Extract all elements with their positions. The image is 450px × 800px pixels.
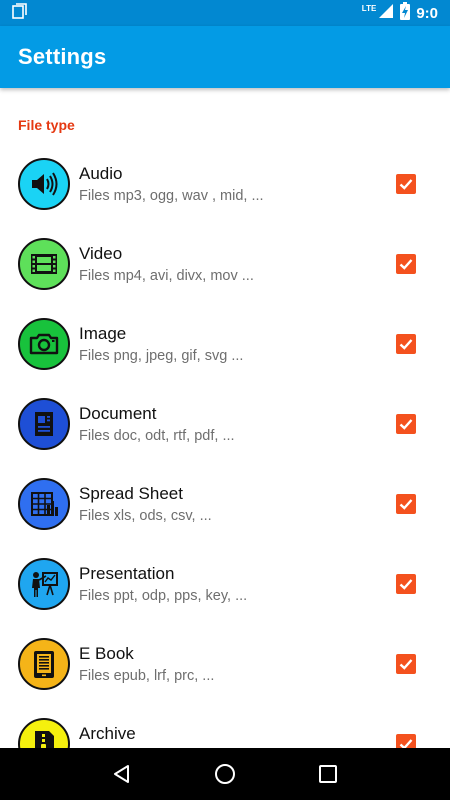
status-left [12,2,28,24]
battery-charging-icon [400,2,411,24]
navigation-bar [0,748,450,800]
file-type-row-video[interactable]: Video Files mp4, avi, divx, mov ... [0,224,450,304]
spreadsheet-icon [18,478,70,530]
checkmark-icon [399,499,413,510]
page-title: Settings [18,44,107,69]
presenter-icon [18,558,70,610]
image-checkbox[interactable] [396,334,416,354]
archive-icon [18,718,70,748]
file-type-subtitle: Files mp4, avi, divx, mov ... [79,268,254,284]
file-type-list: Audio Files mp3, ogg, wav , mid, ... Vid… [0,144,450,748]
file-type-title: Document [79,404,157,423]
file-type-row-image[interactable]: Image Files png, jpeg, gif, svg ... [0,304,450,384]
file-type-row-presentation[interactable]: Presentation Files ppt, odp, pps, key, .… [0,544,450,624]
clock: 9:0 [416,4,438,22]
file-type-row-ebook[interactable]: E Book Files epub, lrf, prc, ... [0,624,450,704]
document-checkbox[interactable] [396,414,416,434]
ebook-checkbox[interactable] [396,654,416,674]
checkmark-icon [399,419,413,430]
status-right: LTE 9:0 [362,2,438,24]
file-type-title: Archive [79,724,136,743]
file-type-row-spreadsheet[interactable]: Spread Sheet Files xls, ods, csv, ... [0,464,450,544]
file-type-row-document[interactable]: Document Files doc, odt, rtf, pdf, ... [0,384,450,464]
camera-icon [18,318,70,370]
checkmark-icon [399,339,413,350]
file-type-subtitle: Files doc, odt, rtf, pdf, ... [79,428,235,444]
home-icon[interactable] [210,759,240,789]
archive-checkbox[interactable] [396,734,416,748]
speaker-icon [18,158,70,210]
checkmark-icon [399,739,413,748]
file-type-title: E Book [79,644,134,663]
status-bar: LTE 9:0 [0,0,450,26]
back-icon[interactable] [107,759,137,789]
file-type-title: Audio [79,164,123,183]
copy-notification-icon [12,2,28,24]
file-type-subtitle: Files ppt, odp, pps, key, ... [79,588,248,604]
file-type-title: Image [79,324,127,343]
recent-apps-icon[interactable] [313,759,343,789]
film-icon [18,238,70,290]
file-type-row-archive[interactable]: Archive [0,704,450,748]
file-type-subtitle: Files png, jpeg, gif, svg ... [79,348,244,364]
network-type: LTE [361,3,377,13]
file-type-title: Video [79,244,123,263]
file-type-subtitle: Files xls, ods, csv, ... [79,508,212,524]
settings-content[interactable]: File type Audio Files mp3, ogg, wav , mi… [0,88,450,748]
signal-icon [378,3,394,23]
presentation-checkbox[interactable] [396,574,416,594]
app-bar: Settings [0,26,450,88]
spreadsheet-checkbox[interactable] [396,494,416,514]
ebook-reader-icon [18,638,70,690]
checkmark-icon [399,659,413,670]
file-type-subtitle: Files mp3, ogg, wav , mid, ... [79,188,264,204]
checkmark-icon [399,179,413,190]
file-type-title: Presentation [79,564,175,583]
audio-checkbox[interactable] [396,174,416,194]
section-header-file-type: File type [18,117,75,133]
checkmark-icon [399,579,413,590]
checkmark-icon [399,259,413,270]
file-type-row-audio[interactable]: Audio Files mp3, ogg, wav , mid, ... [0,144,450,224]
video-checkbox[interactable] [396,254,416,274]
file-type-subtitle: Files epub, lrf, prc, ... [79,668,215,684]
file-type-title: Spread Sheet [79,484,183,503]
document-icon [18,398,70,450]
